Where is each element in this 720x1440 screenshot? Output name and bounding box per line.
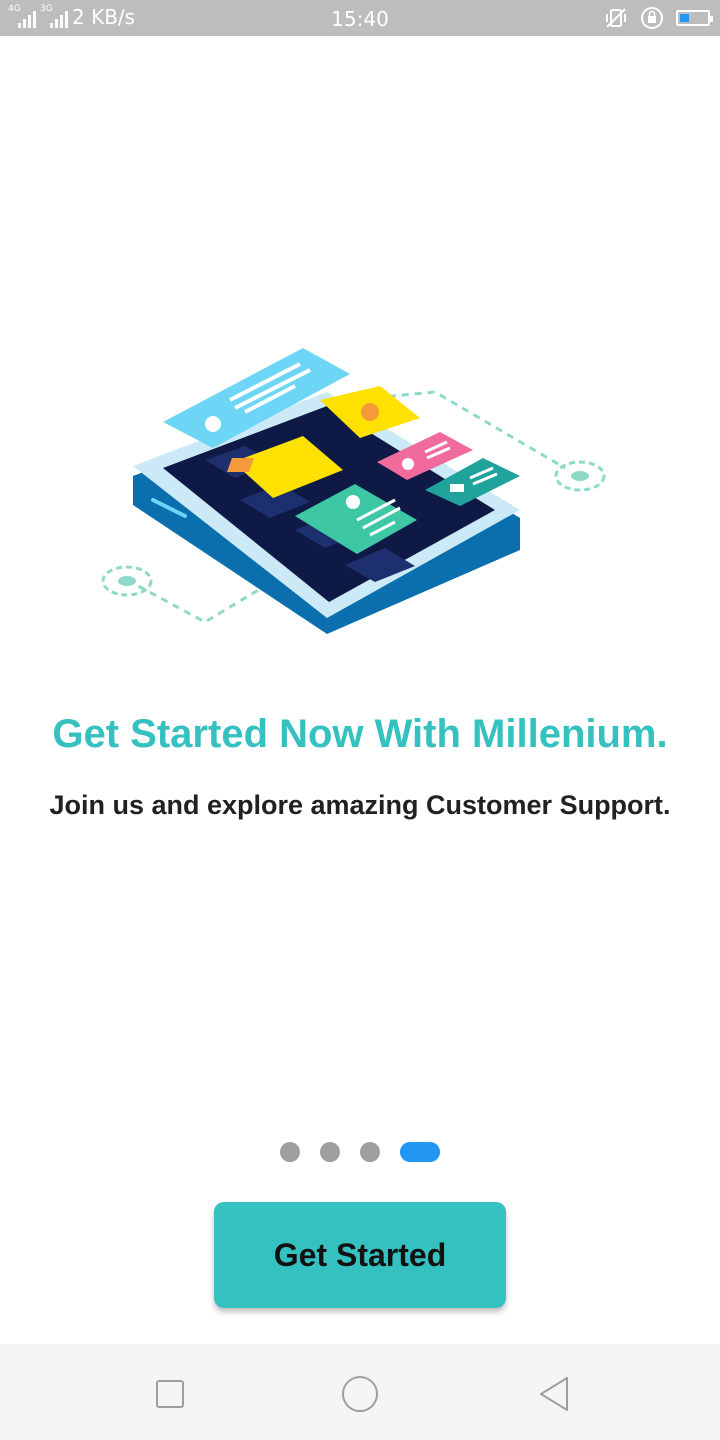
page-indicator <box>0 1142 720 1162</box>
get-started-button[interactable]: Get Started <box>214 1202 506 1308</box>
hero-illustration <box>101 348 606 634</box>
navigation-bar <box>0 1344 720 1440</box>
onboarding-title: Get Started Now With Millenium. <box>52 712 668 756</box>
vibrate-off-icon <box>606 8 626 28</box>
status-right <box>604 6 713 30</box>
recent-apps-button[interactable] <box>150 1374 190 1414</box>
home-icon <box>342 1376 378 1412</box>
back-icon <box>540 1377 568 1411</box>
rotation-lock-icon <box>641 7 663 29</box>
page-dot-2[interactable] <box>320 1142 340 1162</box>
recent-apps-icon <box>156 1380 184 1408</box>
page-dot-4-active[interactable] <box>400 1142 440 1162</box>
home-button[interactable] <box>340 1374 380 1414</box>
page-dot-1[interactable] <box>280 1142 300 1162</box>
onboarding-subtitle: Join us and explore amazing Customer Sup… <box>49 790 671 820</box>
back-button[interactable] <box>534 1374 574 1414</box>
page-dot-3[interactable] <box>360 1142 380 1162</box>
battery-icon <box>676 10 713 26</box>
status-bar: 4G 3G 2 KB/s 15:40 <box>0 0 720 36</box>
